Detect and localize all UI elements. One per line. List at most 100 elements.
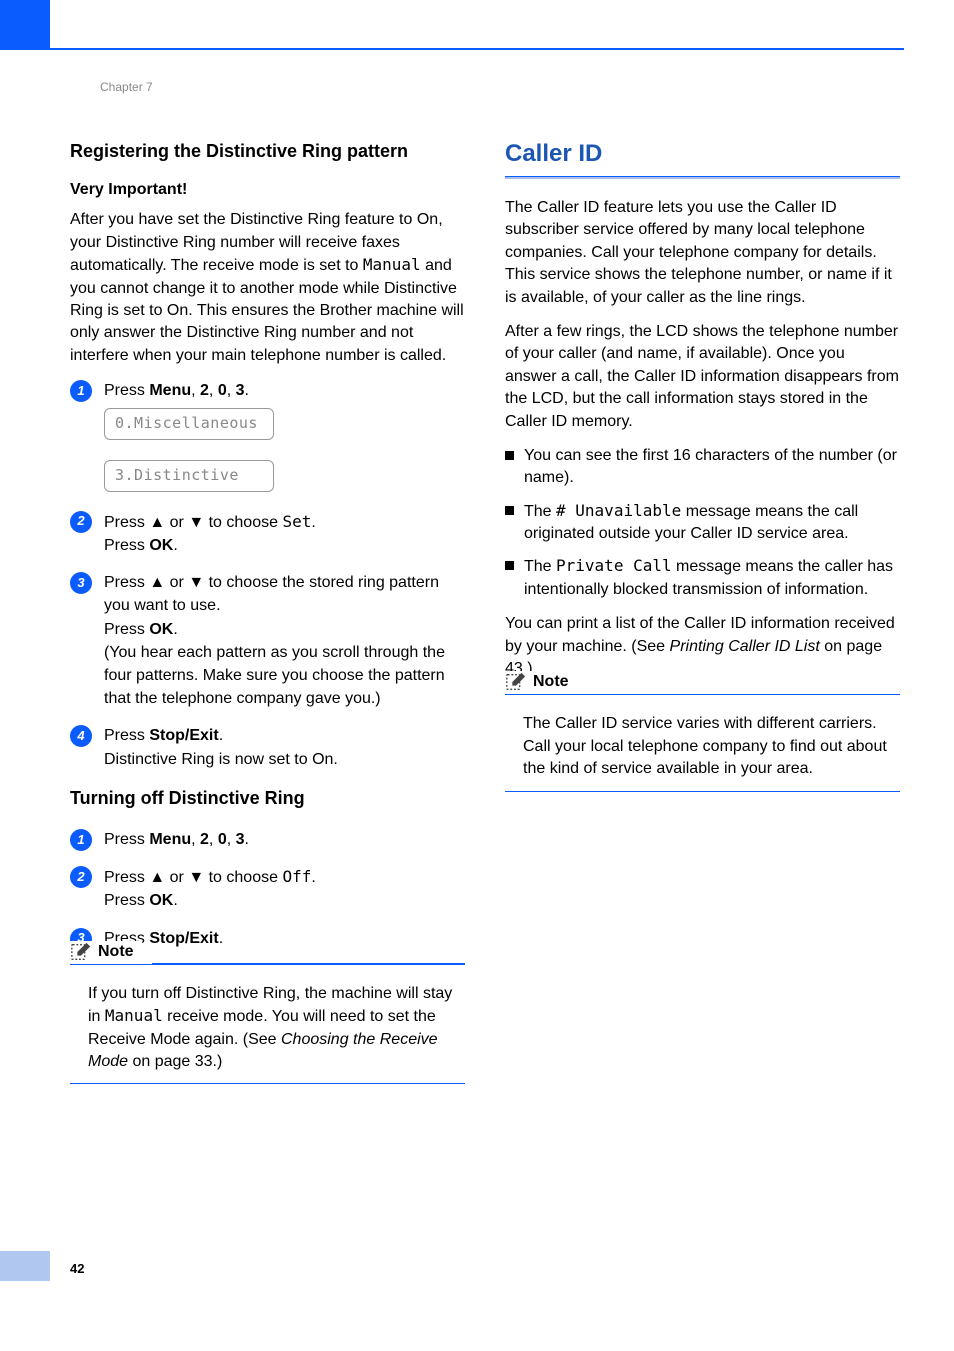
step-body: Press ▲ or ▼ to choose Off. Press OK. <box>104 865 465 912</box>
note-box-left: Note If you turn off Distinctive Ring, t… <box>70 964 465 1085</box>
step-text: . <box>173 892 177 909</box>
bullet-mono: Private Call <box>556 556 672 575</box>
note-text: on page 33.) <box>128 1053 222 1070</box>
p3-link[interactable]: Printing Caller ID List <box>670 638 820 655</box>
bullet-square-icon <box>505 451 514 460</box>
step-text: . <box>219 727 223 744</box>
key-0: 0 <box>218 382 227 399</box>
step-badge: 1 <box>70 829 92 851</box>
step-body: Press Stop/Exit. <box>104 927 465 950</box>
note-header: Note <box>70 941 142 963</box>
step-body: Press ▲ or ▼ to choose Set. Press OK. <box>104 510 465 557</box>
step-text: . <box>245 382 249 399</box>
sep: , <box>227 831 236 848</box>
step-text: Press <box>104 892 149 909</box>
blue-side-tab-bottom <box>0 1251 50 1281</box>
step-text: Press <box>104 537 149 554</box>
mono-set: Set <box>282 512 311 531</box>
left-column: Registering the Distinctive Ring pattern… <box>70 140 465 1084</box>
note-content: If you turn off Distinctive Ring, the ma… <box>70 983 465 1074</box>
key-menu: Menu <box>149 831 191 848</box>
note-mono: Manual <box>105 1006 163 1025</box>
step-badge: 1 <box>70 380 92 402</box>
blue-corner-tab <box>0 0 50 50</box>
step-text: Press <box>104 831 149 848</box>
bullet-text-pre: The <box>524 558 556 575</box>
note-pencil-icon <box>505 671 527 693</box>
sep: , <box>209 382 218 399</box>
step-badge: 4 <box>70 725 92 747</box>
key-stop-exit: Stop/Exit <box>149 930 218 947</box>
step-text: . <box>311 869 315 886</box>
key-ok: OK <box>149 892 173 909</box>
key-3: 3 <box>236 382 245 399</box>
step-badge: 2 <box>70 866 92 888</box>
step-text: . <box>245 831 249 848</box>
intro-mono-manual: Manual <box>363 255 421 274</box>
heading-turning-off: Turning off Distinctive Ring <box>70 787 465 810</box>
step-text: Press <box>104 727 149 744</box>
sep: , <box>227 382 236 399</box>
step-text: Press <box>104 574 149 591</box>
callerid-p2: After a few rings, the LCD shows the tel… <box>505 321 900 433</box>
step-text: Press <box>104 869 149 886</box>
step-text: to choose <box>204 869 282 886</box>
lcd-display: 0.Miscellaneous <box>104 408 274 440</box>
bullet-square-icon <box>505 561 514 570</box>
page-number: 42 <box>70 1261 84 1276</box>
steps-turning-off: 1 Press Menu, 2, 0, 3. 2 Press ▲ or ▼ to… <box>70 828 465 950</box>
heading-underline <box>505 176 900 179</box>
step-text: to choose <box>204 514 282 531</box>
step-body: Press Menu, 2, 0, 3. 0.Miscellaneous 3.D… <box>104 379 465 496</box>
step-body: Press Stop/Exit. Distinctive Ring is now… <box>104 724 465 770</box>
step-text: . <box>219 930 223 947</box>
key-ok: OK <box>149 621 173 638</box>
lcd-display: 3.Distinctive <box>104 460 274 492</box>
step-text: or <box>165 514 188 531</box>
callerid-p1: The Caller ID feature lets you use the C… <box>505 197 900 309</box>
heading-caller-id: Caller ID <box>505 140 900 168</box>
note-content: The Caller ID service varies with differ… <box>505 713 900 780</box>
key-0: 0 <box>218 831 227 848</box>
step-body: Press ▲ or ▼ to choose the stored ring p… <box>104 571 465 710</box>
note-label: Note <box>98 943 134 961</box>
step-text: Distinctive Ring is now set to On. <box>104 751 338 768</box>
step-text: or <box>165 869 188 886</box>
step-text: (You hear each pattern as you scroll thr… <box>104 644 445 707</box>
key-2: 2 <box>200 382 209 399</box>
bullet-text: You can see the first 16 characters of t… <box>524 445 900 490</box>
intro-paragraph: After you have set the Distinctive Ring … <box>70 209 465 367</box>
callerid-p3: You can print a list of the Caller ID in… <box>505 613 900 680</box>
right-column: Caller ID The Caller ID feature lets you… <box>505 140 900 1084</box>
bullet-text: The # Unavailable message means the call… <box>524 500 900 546</box>
step-text: . <box>311 514 315 531</box>
key-menu: Menu <box>149 382 191 399</box>
step-text: or <box>165 574 188 591</box>
heading-registering: Registering the Distinctive Ring pattern <box>70 140 465 163</box>
arrow-up-icon: ▲ <box>149 514 165 531</box>
arrow-down-icon: ▼ <box>188 574 204 591</box>
bullet-text-pre: The <box>524 503 556 520</box>
step-text: Press <box>104 621 149 638</box>
note-rule <box>152 963 465 964</box>
step-badge: 2 <box>70 511 92 533</box>
note-label: Note <box>533 673 569 691</box>
key-ok: OK <box>149 537 173 554</box>
note-box-right: Note The Caller ID service varies with d… <box>505 694 900 791</box>
mono-off: Off <box>282 867 311 886</box>
step-body: Press Menu, 2, 0, 3. <box>104 828 465 851</box>
arrow-up-icon: ▲ <box>149 574 165 591</box>
key-stop-exit: Stop/Exit <box>149 727 218 744</box>
sep: , <box>191 831 200 848</box>
bullet-mono: # Unavailable <box>556 501 681 520</box>
sep: , <box>191 382 200 399</box>
step-text: . <box>173 537 177 554</box>
key-2: 2 <box>200 831 209 848</box>
bullet-square-icon <box>505 506 514 515</box>
bullet-text: The Private Call message means the calle… <box>524 555 900 601</box>
callerid-bullets: You can see the first 16 characters of t… <box>505 445 900 601</box>
step-text: Press <box>104 382 149 399</box>
note-header: Note <box>505 671 577 693</box>
step-text: . <box>173 621 177 638</box>
arrow-down-icon: ▼ <box>188 514 204 531</box>
